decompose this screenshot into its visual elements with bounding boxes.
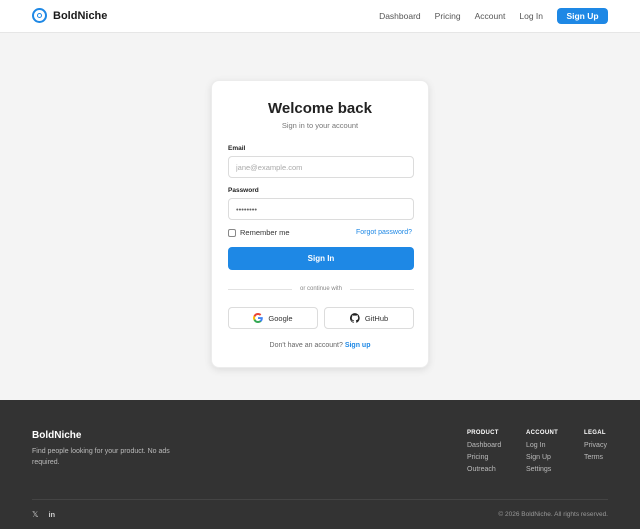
sign-in-button[interactable]: Sign In (228, 247, 414, 270)
footer-description: Find people looking for your product. No… (32, 448, 170, 466)
signup-prompt-text: Don't have an account? (269, 342, 343, 349)
google-button[interactable]: Google (228, 307, 318, 329)
divider-line-right (350, 288, 414, 290)
top-nav-bar: BoldNiche Dashboard Pricing Account Log … (0, 0, 640, 33)
footer-link-signup[interactable]: Sign Up (526, 454, 558, 462)
footer-link-privacy[interactable]: Privacy (584, 442, 607, 450)
footer-social-links: 𝕏 in (32, 510, 65, 519)
or-divider: or continue with (228, 284, 414, 294)
nav-dashboard[interactable]: Dashboard (379, 11, 421, 21)
signup-button[interactable]: Sign Up (557, 8, 608, 24)
footer-col-title: PRODUCT (467, 430, 499, 436)
nav-account[interactable]: Account (475, 11, 506, 21)
github-label: GitHub (364, 313, 389, 323)
divider-line-left (228, 288, 292, 290)
remember-checkbox[interactable] (228, 228, 236, 237)
footer-link-pricing[interactable]: Pricing (467, 454, 501, 462)
password-label: Password (228, 187, 259, 194)
footer-col-legal: LEGAL Privacy Terms (584, 430, 607, 466)
divider-text: or continue with (299, 286, 343, 292)
footer-link-dashboard[interactable]: Dashboard (467, 442, 501, 450)
github-button[interactable]: GitHub (324, 307, 414, 329)
footer-divider (32, 499, 608, 500)
remember-label: Remember me (240, 228, 290, 237)
forgot-password-link[interactable]: Forgot password? (356, 229, 412, 236)
nav-links: Dashboard Pricing Account Log In Sign Up (365, 8, 608, 24)
site-footer: BoldNiche Find people looking for your p… (0, 400, 640, 529)
footer-col-title: LEGAL (584, 430, 606, 436)
remember-me[interactable]: Remember me (228, 228, 290, 237)
footer-brand: BoldNiche (32, 430, 82, 441)
signup-link[interactable]: Sign up (345, 342, 371, 349)
footer-link-outreach[interactable]: Outreach (467, 466, 501, 474)
nav-pricing[interactable]: Pricing (435, 11, 461, 21)
password-field[interactable] (228, 198, 414, 220)
brand-name: BoldNiche (53, 9, 108, 22)
copyright-text: © 2026 BoldNiche. All rights reserved. (498, 511, 608, 518)
footer-link-terms[interactable]: Terms (584, 454, 607, 462)
footer-col-title: ACCOUNT (526, 430, 559, 436)
target-logo-icon (32, 8, 47, 23)
google-icon (253, 313, 264, 323)
google-label: Google (268, 313, 293, 323)
footer-col-account: ACCOUNT Log In Sign Up Settings (526, 430, 558, 478)
footer-link-login[interactable]: Log In (526, 442, 558, 450)
footer-col-product: PRODUCT Dashboard Pricing Outreach (467, 430, 501, 478)
brand-logo[interactable]: BoldNiche (32, 8, 107, 23)
signup-prompt: Don't have an account? Sign up (212, 342, 428, 349)
footer-link-settings[interactable]: Settings (526, 466, 558, 474)
nav-login[interactable]: Log In (519, 11, 543, 21)
email-label: Email (228, 145, 246, 152)
email-field[interactable] (228, 156, 414, 178)
card-title: Welcome back (268, 100, 372, 117)
card-subtitle: Sign in to your account (281, 121, 359, 130)
github-icon (349, 313, 360, 323)
x-icon[interactable]: 𝕏 (32, 510, 38, 519)
linkedin-icon[interactable]: in (48, 510, 55, 519)
login-card: Welcome back Sign in to your account Ema… (211, 80, 429, 368)
